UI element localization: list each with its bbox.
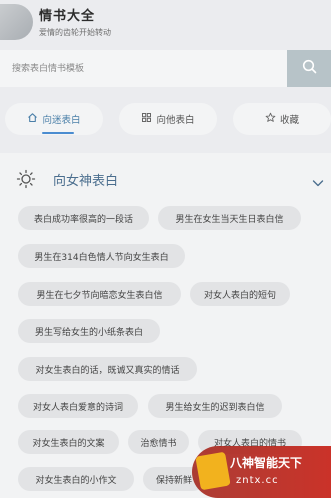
- tab-label: 收藏: [279, 115, 299, 126]
- chip-item[interactable]: 男生在314白色情人节向女生表白: [18, 244, 185, 268]
- chip-item[interactable]: 男生在七夕节向暗恋女生表白信: [18, 282, 181, 306]
- panel-title: 向女神表白: [53, 174, 119, 189]
- chip-item[interactable]: 对女人表白的短句: [190, 282, 290, 306]
- search-button[interactable]: [287, 50, 331, 87]
- app-logo: [0, 4, 33, 40]
- tab-confess-him[interactable]: 向他表白: [119, 103, 217, 135]
- app-title: 情书大全: [39, 9, 96, 24]
- sun-icon: [16, 169, 36, 193]
- search-icon: [302, 59, 317, 78]
- active-tab-indicator: [42, 132, 74, 134]
- tab-label: 向他表白: [156, 115, 195, 126]
- star-icon: [265, 112, 276, 126]
- chip-item[interactable]: 对女人表白爱意的诗词: [18, 394, 138, 418]
- tab-confess-her[interactable]: 向迷表白: [5, 103, 103, 135]
- chip-item[interactable]: 表白成功率很高的一段话: [18, 206, 149, 230]
- app-subtitle: 爱情的齿轮开始转动: [39, 28, 111, 37]
- watermark-logo-icon: [195, 451, 231, 491]
- watermark-title: 八神智能天下: [230, 456, 303, 470]
- grid-icon: [141, 112, 152, 126]
- tab-favorites[interactable]: 收藏: [233, 103, 331, 135]
- chip-item[interactable]: 男生写给女生的小纸条表白: [18, 319, 160, 343]
- home-icon: [27, 112, 38, 126]
- panel-header[interactable]: 向女神表白: [0, 153, 331, 201]
- chip-item[interactable]: 对女生表白的话，既诚又真实的情话: [18, 357, 197, 381]
- chevron-down-icon[interactable]: [312, 173, 324, 192]
- chip-item[interactable]: 男生给女生的迟到表白信: [148, 394, 282, 418]
- search-input[interactable]: [0, 50, 287, 87]
- search-bar: [0, 50, 331, 87]
- app-header: 情书大全 爱情的齿轮开始转动: [0, 0, 331, 48]
- tab-label: 向迷表白: [42, 115, 81, 126]
- tab-bar: 向迷表白 向他表白 收藏: [0, 103, 331, 135]
- watermark-url: zntx.cc: [236, 475, 279, 486]
- chip-item[interactable]: 对女生表白的文案: [18, 430, 119, 454]
- chip-item[interactable]: 男生在女生当天生日表白信: [158, 206, 301, 230]
- chip-item[interactable]: 治愈情书: [128, 430, 189, 454]
- watermark-badge: 八神智能天下 zntx.cc: [192, 446, 331, 498]
- chip-item[interactable]: 对女生表白的小作文: [18, 467, 134, 491]
